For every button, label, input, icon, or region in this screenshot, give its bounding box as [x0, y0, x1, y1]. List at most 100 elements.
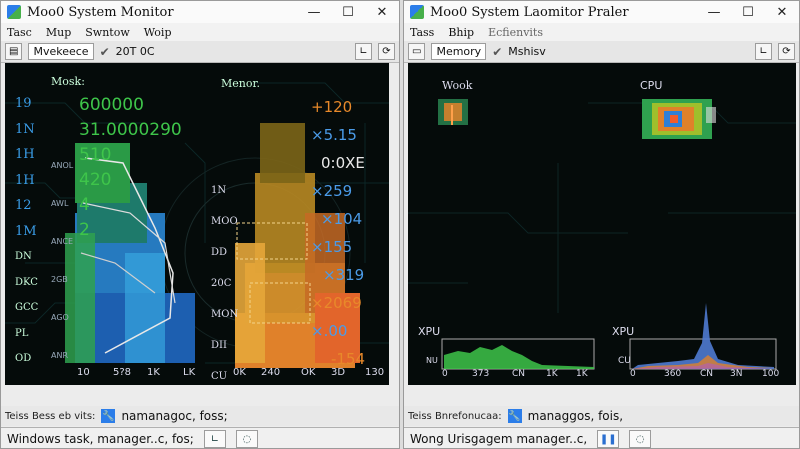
- x-tick: 100: [762, 369, 780, 379]
- axis-tick: 1H: [15, 172, 35, 188]
- overlay-value: ×319: [323, 266, 365, 284]
- small-label-left: NU: [426, 356, 438, 365]
- axis-tick: DKC: [15, 276, 38, 288]
- overlay-value: ×155: [311, 238, 353, 256]
- axis-tick: DN: [15, 251, 32, 262]
- wrench-icon[interactable]: 🔧: [507, 409, 522, 423]
- close-button[interactable]: ✕: [365, 1, 399, 23]
- axis-tick: 12: [15, 198, 32, 213]
- mid-tick: DII: [211, 340, 227, 351]
- options-icon[interactable]: ▤: [5, 43, 23, 60]
- window-title: Moo0 System Laomitor Praler: [430, 4, 629, 20]
- wrench-icon[interactable]: 🔧: [101, 409, 116, 423]
- performance-graph-right: Wook CPU XPU XPU NU CU 0 373 CN 1K 1K 0 …: [408, 63, 796, 385]
- chart-mode-button[interactable]: ∟: [203, 430, 226, 448]
- minimize-button[interactable]: —: [697, 1, 731, 23]
- menu-item-task[interactable]: Tass: [410, 26, 434, 39]
- axis-tick: 1H: [15, 147, 35, 162]
- overlay-value: ×5.15: [311, 126, 357, 144]
- settings-icon[interactable]: ◌: [629, 430, 652, 448]
- label-xpu-right: XPU: [612, 325, 635, 338]
- graph-mode-icon[interactable]: ∟: [755, 43, 772, 60]
- green-value: 31.0000290: [79, 120, 182, 140]
- mid-tick: MOO: [211, 216, 238, 227]
- inner-tick: ANOL: [51, 161, 74, 170]
- overlay-value: ×2069: [311, 294, 362, 312]
- overlay-value: ×104: [321, 210, 363, 228]
- axis-tick: PL: [15, 327, 29, 339]
- mid-tick: MON: [211, 309, 239, 320]
- title-bar[interactable]: Moo0 System Monitor — ☐ ✕: [1, 1, 399, 23]
- refresh-icon[interactable]: ⟳: [778, 43, 795, 60]
- x-tick: 3D: [331, 367, 346, 378]
- graph-canvas-right: [408, 99, 796, 370]
- menu-item-help[interactable]: Bhip: [448, 26, 474, 39]
- axis-tick: 1N: [15, 121, 35, 137]
- menu-item-window[interactable]: Swntow: [85, 26, 130, 39]
- taskbar-label: Windows task, manager..c, fos;: [7, 432, 194, 446]
- checkmark-icon[interactable]: ✔: [100, 45, 110, 59]
- status-label: Teiss Bnrefonucaa:: [408, 410, 502, 422]
- close-button[interactable]: ✕: [765, 1, 799, 23]
- menu-item-map[interactable]: Mup: [46, 26, 71, 39]
- monitor-window-left: Moo0 System Monitor — ☐ ✕ Tasc Mup Swnto…: [0, 0, 400, 449]
- settings-icon[interactable]: ◌: [235, 430, 258, 448]
- small-label-right: CU: [618, 356, 631, 366]
- checkmark-icon[interactable]: ✔: [492, 45, 502, 59]
- x-tick: 1K: [147, 367, 160, 378]
- green-value: 4: [79, 195, 90, 215]
- inner-tick: 2GB: [51, 275, 68, 284]
- status-value: namanagoc, foss;: [121, 409, 228, 423]
- label-cpu: CPU: [640, 79, 663, 92]
- x-tick: 360: [664, 369, 682, 379]
- inner-ticks: ANOL AWL ANCE 2GB AGO ANR: [51, 147, 73, 375]
- taskbar-label: Wong Urisgagem manager..c,: [410, 432, 588, 446]
- overlay-value: ×259: [311, 182, 353, 200]
- x-tick: 5?8: [113, 367, 132, 378]
- inner-tick: ANCE: [51, 237, 74, 246]
- app-icon: [7, 5, 21, 19]
- x-tick: OK: [301, 367, 316, 378]
- x-tick: 0K: [233, 367, 246, 378]
- status-value: managgos, fois,: [527, 409, 624, 423]
- mid-tick: 20C: [211, 278, 232, 289]
- graph-label-right: Menor.: [221, 77, 261, 90]
- maximize-button[interactable]: ☐: [331, 1, 365, 23]
- overlay-values: +120 ×5.15 0:0XE ×259 ×104 ×155 ×319 ×20…: [311, 93, 365, 373]
- menu-item-task[interactable]: Tasc: [7, 26, 32, 39]
- x-tick: LK: [183, 367, 196, 378]
- view-select[interactable]: Mvekeece: [28, 43, 94, 60]
- tab-other[interactable]: Mshisv: [508, 45, 546, 58]
- taskbar: Wong Urisgagem manager..c, ❚❚ ◌: [404, 427, 799, 448]
- graph-mode-icon[interactable]: ∟: [355, 43, 372, 60]
- x-tick: CN: [700, 369, 714, 379]
- mid-axis: 1N MOO DD 20C MON DII CU: [211, 175, 238, 385]
- green-value: 600000: [79, 95, 144, 115]
- menu-item-events[interactable]: Ecfienvits: [488, 26, 543, 39]
- maximize-button[interactable]: ☐: [731, 1, 765, 23]
- x-tick: 240: [261, 367, 281, 378]
- x-tick: 10: [77, 367, 90, 378]
- menu-item-help[interactable]: Woip: [144, 26, 172, 39]
- axis-tick: 1M: [15, 223, 37, 239]
- display-icon[interactable]: ▭: [408, 43, 426, 60]
- green-values: 600000 31.0000290 510 420 4 2: [79, 93, 182, 243]
- tab-memory[interactable]: Memory: [431, 43, 487, 60]
- minimize-button[interactable]: —: [297, 1, 331, 23]
- app-icon: [410, 5, 424, 19]
- x-axis: 10 5?8 1K LK 0K 240 OK 3D 130: [5, 367, 389, 383]
- taskbar: Windows task, manager..c, fos; ∟ ◌: [1, 427, 399, 448]
- performance-graph-left: Mosk: Menor. 19 1N 1H 1H 12 1M DN DKC GC…: [5, 63, 389, 385]
- left-axis: 19 1N 1H 1H 12 1M DN DKC GCC PL OD: [15, 91, 45, 372]
- title-bar[interactable]: Moo0 System Laomitor Praler — ☐ ✕: [404, 1, 799, 23]
- green-value: 2: [79, 220, 90, 240]
- monitor-window-right: Moo0 System Laomitor Praler — ☐ ✕ Tass B…: [403, 0, 800, 449]
- x-tick: 130: [365, 367, 385, 378]
- axis-tick: GCC: [15, 302, 39, 313]
- inner-tick: AWL: [51, 199, 69, 208]
- toolbar-value: 20T 0C: [115, 45, 155, 58]
- refresh-icon[interactable]: ⟳: [378, 43, 395, 60]
- pause-button[interactable]: ❚❚: [597, 430, 620, 448]
- green-value: 420: [79, 170, 112, 190]
- overlay-value: +120: [311, 98, 353, 116]
